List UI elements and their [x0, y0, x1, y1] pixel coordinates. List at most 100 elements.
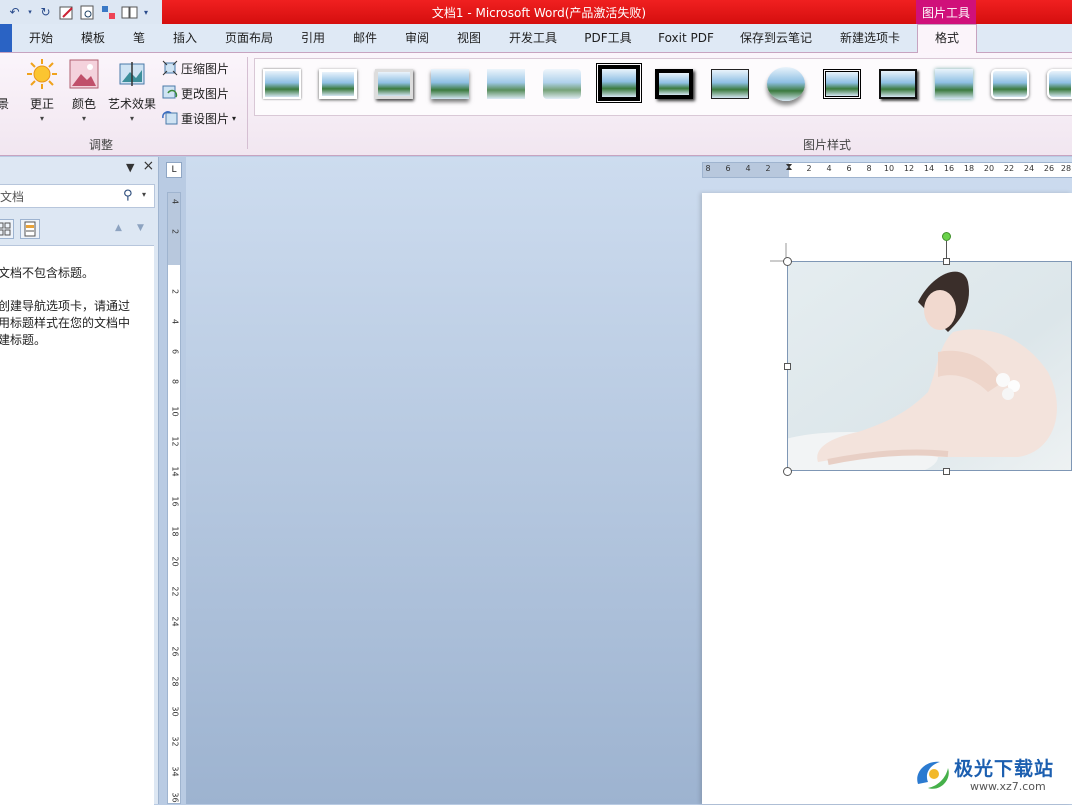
hruler-tick: 6	[725, 164, 731, 173]
vruler-tick: 26	[170, 646, 180, 657]
change-picture-label: 更改图片	[181, 86, 230, 101]
hruler-tick: 28	[1060, 164, 1072, 173]
thumbnails-view-icon[interactable]	[0, 219, 14, 239]
artistic-effects-icon	[115, 57, 149, 91]
tab-mailings[interactable]: 邮件	[344, 24, 386, 52]
watermark-logo-icon	[917, 761, 949, 789]
vruler-tick: 10	[170, 406, 180, 417]
nav-search-input[interactable]	[0, 187, 110, 205]
change-picture-button[interactable]: 更改图片	[162, 83, 229, 103]
adjust-group-label: 调整	[89, 138, 114, 152]
vruler-tick: 16	[170, 496, 180, 507]
picture-styles-gallery	[254, 58, 1072, 116]
customize-qat-icon[interactable]: ▾	[142, 4, 150, 21]
nav-pane-menu-icon[interactable]: ▼	[126, 161, 134, 174]
rotation-handle[interactable]	[942, 232, 951, 241]
edit-document-icon[interactable]	[58, 4, 75, 21]
resize-handle-bottom[interactable]	[943, 468, 950, 475]
redo-icon[interactable]: ↻	[37, 4, 54, 21]
tab-pen[interactable]: 笔	[124, 24, 154, 52]
tab-developer[interactable]: 开发工具	[500, 24, 566, 52]
vruler-tick: 18	[170, 526, 180, 537]
undo-icon[interactable]: ↶	[6, 4, 23, 21]
search-dropdown-icon[interactable]: ▾	[142, 190, 146, 199]
print-preview-icon[interactable]	[79, 4, 96, 21]
reset-dropdown-icon[interactable]: ▾	[232, 114, 236, 123]
hruler-tick: 22	[1003, 164, 1015, 173]
picture-style-7[interactable]	[596, 63, 642, 103]
tab-insert[interactable]: 插入	[164, 24, 206, 52]
tab-save-to-cloud-note[interactable]: 保存到云笔记	[734, 24, 818, 52]
picture-style-1[interactable]	[263, 69, 301, 99]
selected-picture[interactable]	[787, 261, 1072, 471]
hruler-tick: 10	[883, 164, 895, 173]
tab-new-tab[interactable]: 新建选项卡	[832, 24, 908, 52]
picture-style-8[interactable]	[655, 69, 693, 99]
resize-handle-left[interactable]	[784, 363, 791, 370]
search-icon[interactable]: ⚲	[123, 188, 133, 203]
close-icon[interactable]: ×	[142, 159, 154, 174]
vruler-tick: 36	[170, 792, 180, 803]
vruler-tick: 34	[170, 766, 180, 777]
picture-style-12[interactable]	[879, 69, 917, 99]
picture-style-2[interactable]	[319, 69, 357, 99]
tab-page-layout[interactable]: 页面布局	[218, 24, 280, 52]
picture-style-9[interactable]	[711, 69, 749, 99]
undo-dropdown-icon[interactable]: ▾	[27, 4, 33, 21]
layout-icon[interactable]	[100, 4, 117, 21]
tab-references[interactable]: 引用	[292, 24, 334, 52]
picture-styles-group-label: 图片样式	[803, 138, 852, 152]
tab-home[interactable]: 开始	[20, 24, 62, 52]
tab-foxit-pdf[interactable]: Foxit PDF	[652, 24, 720, 52]
hruler-tick: 18	[963, 164, 975, 173]
file-tab[interactable]	[0, 24, 12, 52]
picture-style-13[interactable]	[935, 69, 973, 99]
sun-icon	[25, 57, 59, 91]
picture-style-11[interactable]	[823, 69, 861, 99]
color-button[interactable]: 颜色 ▾	[66, 57, 102, 123]
hruler-tick: 16	[943, 164, 955, 173]
compress-pictures-button[interactable]: 压缩图片	[162, 58, 229, 78]
horizontal-ruler: 8 6 4 2 ⧗ 2 4 6 8 10 12 14 16 18 20 22 2…	[702, 162, 1072, 178]
ribbon: 景 更正 ▾ 颜色 ▾ 艺术效果 ▾ 压缩图片 更改图片 重设图片 ▾ 调整 图…	[0, 53, 1072, 156]
results-view-icon[interactable]	[20, 219, 40, 239]
vruler-tick: 14	[170, 466, 180, 477]
tab-review[interactable]: 审阅	[396, 24, 438, 52]
resize-handle-top-left[interactable]	[783, 257, 792, 266]
corrections-label: 更正	[29, 97, 54, 111]
tab-view[interactable]: 视图	[448, 24, 490, 52]
corrections-button[interactable]: 更正 ▾	[24, 57, 60, 123]
ribbon-tab-bar: 开始 模板 笔 插入 页面布局 引用 邮件 审阅 视图 开发工具 PDF工具 F…	[0, 24, 1072, 53]
picture-style-10[interactable]	[767, 67, 805, 101]
picture-style-4[interactable]	[431, 69, 469, 99]
tab-pdf-tools[interactable]: PDF工具	[576, 24, 640, 52]
vruler-tick: 4	[170, 318, 180, 325]
headings-help-message: 创建导航选项卡，请通过 用标题样式在您的文档中 建标题。	[0, 299, 131, 347]
picture-style-6[interactable]	[543, 69, 581, 99]
vruler-tick: 2	[170, 228, 180, 235]
tab-template[interactable]: 模板	[72, 24, 114, 52]
site-watermark: 极光下载站 www.xz7.com	[912, 752, 1068, 798]
nav-view-buttons: ▲ ▼	[0, 217, 158, 243]
vruler-tick: 24	[170, 616, 180, 627]
nav-pane-controls: ▼ ×	[126, 159, 154, 174]
vruler-tick: 28	[170, 676, 180, 687]
reset-picture-label: 重设图片	[181, 111, 230, 126]
artistic-effects-button[interactable]: 艺术效果 ▾	[108, 57, 156, 123]
resize-handle-top[interactable]	[943, 258, 950, 265]
next-icon[interactable]: ▼	[137, 223, 144, 233]
tab-format[interactable]: 格式	[917, 24, 977, 53]
picture-style-14[interactable]	[991, 69, 1029, 99]
reset-picture-button[interactable]: 重设图片 ▾	[162, 108, 236, 128]
picture-style-3[interactable]	[375, 69, 413, 99]
indent-marker-icon[interactable]: ⧗	[782, 162, 796, 173]
previous-icon[interactable]: ▲	[115, 223, 122, 233]
vruler-tick: 2	[170, 288, 180, 295]
picture-style-15-partial[interactable]	[1047, 69, 1072, 99]
vruler-tick: 6	[170, 348, 180, 355]
picture-style-5[interactable]	[487, 69, 525, 99]
resize-handle-bottom-left[interactable]	[783, 467, 792, 476]
tab-selector[interactable]: L	[166, 162, 182, 178]
background-removal-button[interactable]: 景	[0, 57, 12, 112]
reading-view-icon[interactable]	[121, 4, 138, 21]
